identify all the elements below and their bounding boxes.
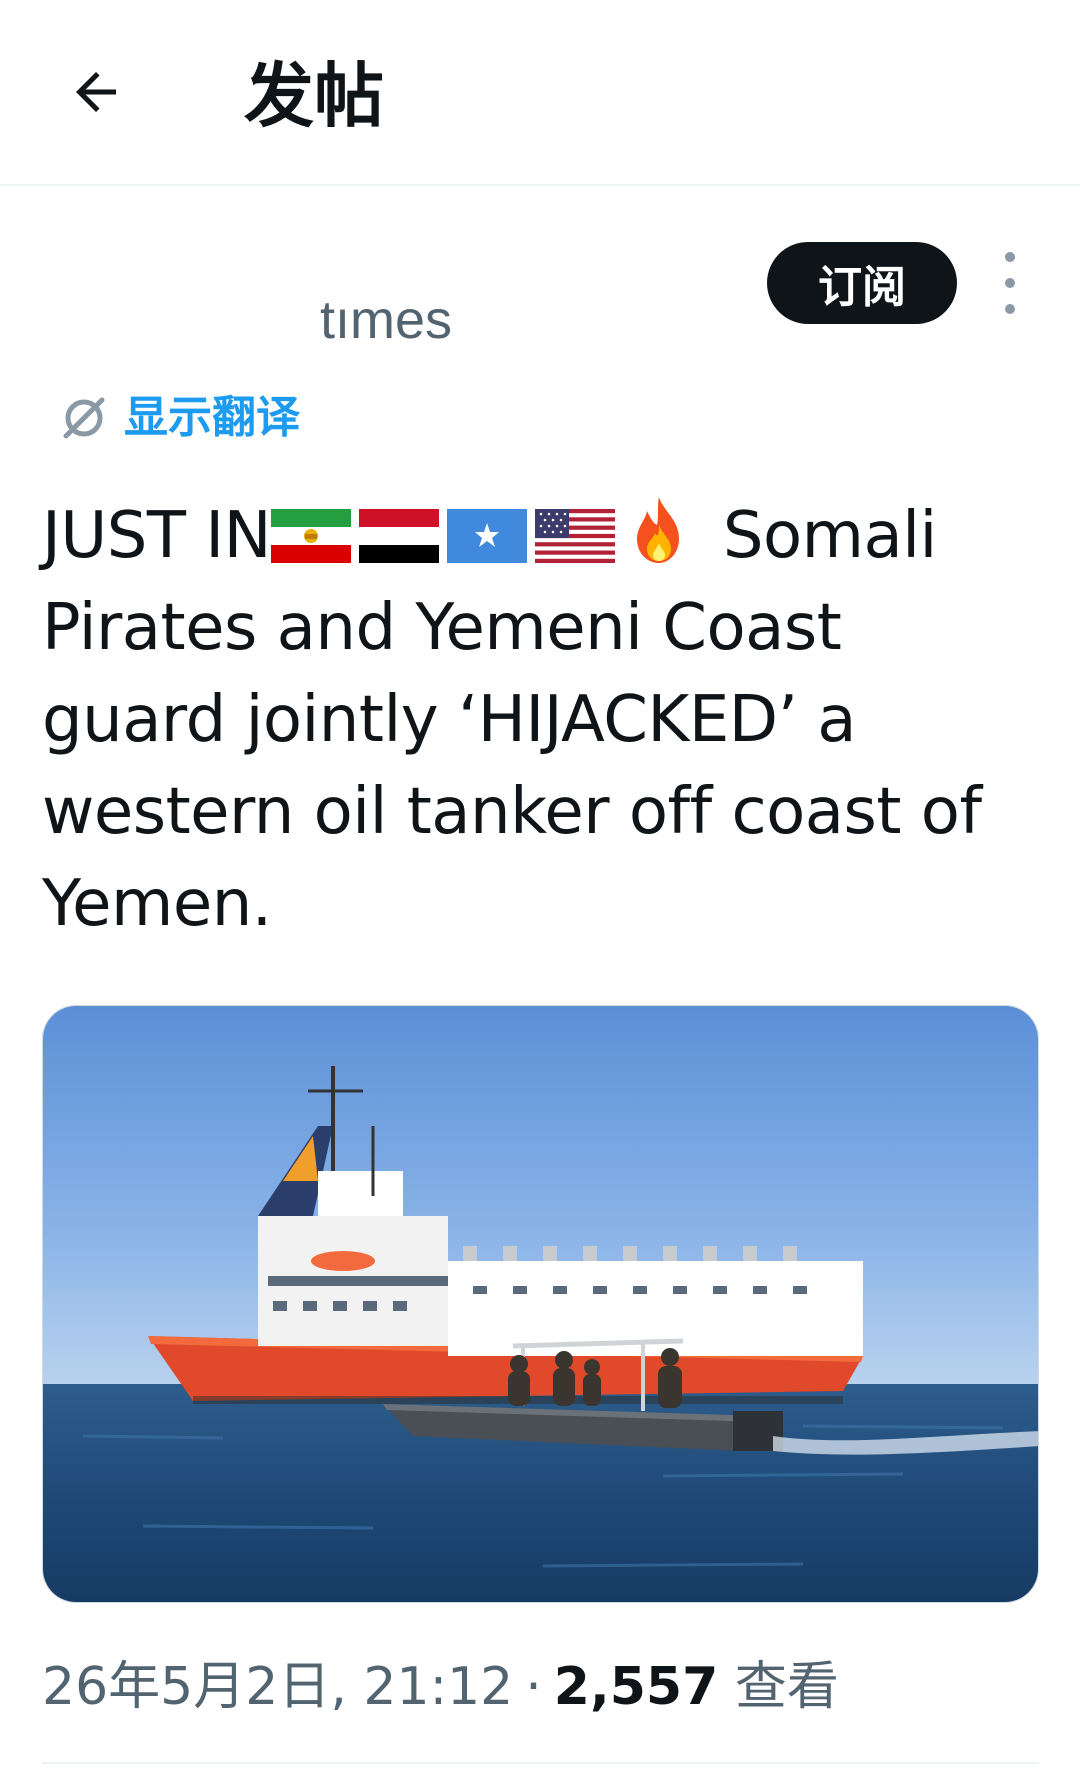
somalia-flag-icon [447, 509, 528, 563]
more-options-button[interactable] [990, 252, 1030, 314]
yemen-flag-icon [359, 509, 440, 563]
post-text: JUST IN Somali Pirates and Yemeni Coast … [42, 490, 1042, 950]
views-count: 2,557 [553, 1657, 719, 1717]
back-button[interactable] [56, 52, 136, 132]
name-cover [190, 232, 490, 292]
usa-flag-icon [535, 509, 616, 563]
more-dot [1005, 304, 1015, 314]
translate-label: 显示翻译 [124, 392, 300, 443]
author-name-blurred [200, 290, 320, 350]
meta-separator: · [525, 1657, 542, 1717]
more-dot [1005, 278, 1015, 288]
photo-ship-and-boat [43, 1006, 1038, 1602]
post-image[interactable] [42, 1005, 1039, 1603]
views-label: 查看 [734, 1657, 839, 1717]
subscribe-button[interactable]: 订阅 [767, 242, 957, 324]
top-header: 发帖 [0, 0, 1080, 186]
avatar[interactable] [40, 240, 180, 364]
page-title: 发帖 [244, 55, 384, 137]
divider [42, 1762, 1039, 1764]
translate-icon [63, 397, 105, 439]
author-name-visible: tımes [320, 290, 453, 350]
iran-lion-sun-flag-icon [271, 509, 352, 563]
arrow-left-icon [76, 72, 116, 112]
more-dot [1005, 252, 1015, 262]
post-meta: 26年5月2日, 21:12 · 2,557 查看 [42, 1652, 839, 1722]
author-name[interactable]: tımes [200, 290, 452, 350]
fire-emoji-icon [629, 495, 689, 565]
post-detail-page: 发帖 tımes 订阅 显示翻译 JUST IN Somali Pirates … [0, 0, 1080, 1791]
post-datetime[interactable]: 26年5月2日, 21:12 [42, 1657, 513, 1717]
post-lead: JUST IN [42, 499, 272, 573]
show-translation-link[interactable]: 显示翻译 [56, 388, 300, 448]
